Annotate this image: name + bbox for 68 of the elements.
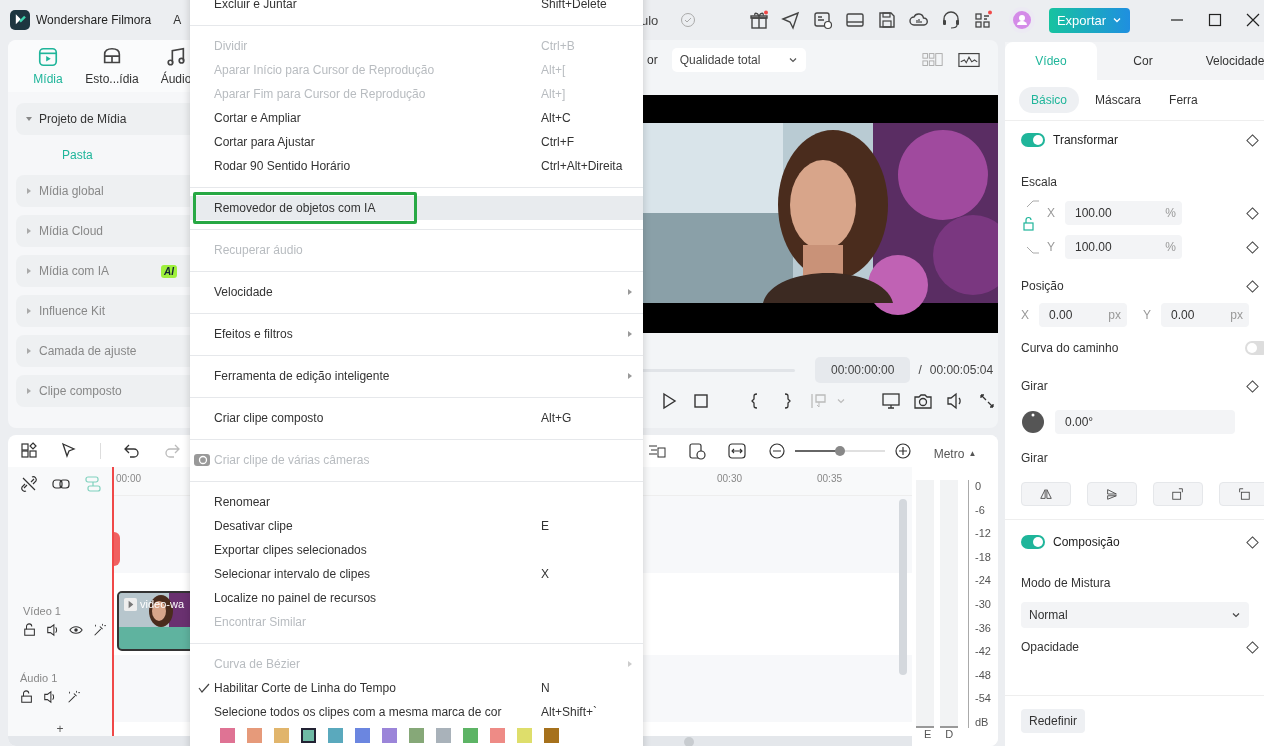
- quality-dropdown[interactable]: Qualidade total: [671, 48, 807, 72]
- rotation-field[interactable]: 0.00°: [1055, 410, 1235, 434]
- sub-tab[interactable]: Ferra: [1157, 87, 1210, 113]
- field-label: Modo de Mistura: [1021, 576, 1111, 590]
- sub-tab[interactable]: Máscara: [1083, 87, 1154, 113]
- track-name: Áudio 1: [20, 672, 59, 685]
- menu-item[interactable]: Rodar 90 Sentido Horário Ctrl+Alt+Direita: [190, 154, 643, 178]
- menu-item[interactable]: Habilitar Corte de Linha do Tempo N: [190, 676, 643, 700]
- duration: 00:00:05:04: [929, 363, 994, 377]
- channel-label: D: [945, 728, 954, 740]
- menu-item[interactable]: Efeitos e filtros: [190, 322, 643, 346]
- meter-scale-label: -6: [975, 503, 986, 516]
- time-separator: /: [918, 363, 922, 377]
- axis-label: X: [1021, 308, 1029, 322]
- menu-item[interactable]: Localize no painel de recursos: [190, 586, 643, 610]
- meter-scale-label: -42: [975, 645, 991, 658]
- meter-scale-label: -24: [975, 574, 991, 587]
- ruler-time: 00:00: [115, 471, 143, 486]
- meter-scale-label: -48: [975, 668, 991, 681]
- axis-label: Y: [1047, 240, 1055, 254]
- menu-item[interactable]: Excluir e Juntar Shift+Delete: [190, 0, 643, 16]
- menu-item[interactable]: Selecione todos os clipes com a mesma marca de cor Alt+Shift+`: [190, 700, 643, 724]
- ruler-time: 00:35: [817, 471, 844, 486]
- meter-scale-label: -12: [975, 527, 991, 540]
- menu-item[interactable]: Exportar clipes selecionados: [190, 538, 643, 562]
- position-field[interactable]: 0.00 px: [1161, 303, 1250, 327]
- channel-label: E: [924, 728, 932, 740]
- field-label: Opacidade: [1021, 640, 1080, 654]
- axis-label: X: [1047, 206, 1055, 220]
- scale-field[interactable]: 100.00 %: [1065, 235, 1182, 259]
- menu-item[interactable]: Cortar para Ajustar Ctrl+F: [190, 130, 643, 154]
- section-title: Transformar: [1053, 133, 1118, 147]
- ruler-time: 00:30: [717, 471, 744, 486]
- meter-tab[interactable]: Metro ▲: [912, 435, 998, 472]
- reset-button[interactable]: Redefinir: [1021, 709, 1086, 733]
- media-tab[interactable]: Esto...ídia: [80, 40, 144, 92]
- meter-scale-label: -54: [975, 692, 991, 705]
- menu-item[interactable]: Criar clipe composto Alt+G: [190, 406, 643, 430]
- meter-scale-label: dB: [975, 715, 990, 728]
- player-label: or: [647, 53, 658, 67]
- meter-scale-label: -18: [975, 550, 991, 563]
- menu-item[interactable]: Desativar clipe E: [190, 514, 643, 538]
- meter-scale-label: -36: [975, 621, 991, 634]
- axis-label: Y: [1143, 308, 1152, 322]
- menu-item[interactable]: Selecionar intervalo de clipes X: [190, 562, 643, 586]
- add-track-button[interactable]: +: [56, 721, 64, 736]
- field-label: Escala: [1021, 175, 1058, 189]
- blend-mode-dropdown[interactable]: Normal: [1021, 602, 1249, 628]
- field-label: Girar: [1021, 379, 1048, 393]
- inspector-tab[interactable]: Cor: [1097, 42, 1189, 80]
- menu-item[interactable]: Ferramenta de edição inteligente: [190, 364, 643, 388]
- field-label: Curva do caminho: [1021, 341, 1119, 355]
- menu-item[interactable]: Renomear: [190, 490, 643, 514]
- app-title: Wondershare Filmora: [36, 13, 152, 27]
- field-label: Posição: [1021, 279, 1064, 293]
- menu-item[interactable]: Cortar e Ampliar Alt+C: [190, 106, 643, 130]
- menu-item[interactable]: Velocidade: [190, 280, 643, 304]
- current-time: 00:00:00:00: [815, 357, 911, 383]
- section-title: Composição: [1053, 535, 1120, 549]
- ai-badge: AI: [161, 264, 178, 278]
- position-field[interactable]: 0.00 px: [1039, 303, 1127, 327]
- meter-scale-label: -30: [975, 597, 991, 610]
- meter-scale-label: 0: [975, 480, 983, 492]
- scale-field[interactable]: 100.00 %: [1065, 201, 1182, 225]
- field-label: Girar: [1021, 451, 1048, 465]
- menu-label[interactable]: A: [173, 13, 182, 27]
- track-name: Vídeo 1: [23, 605, 62, 618]
- inspector-tab[interactable]: Velocidade: [1189, 42, 1264, 80]
